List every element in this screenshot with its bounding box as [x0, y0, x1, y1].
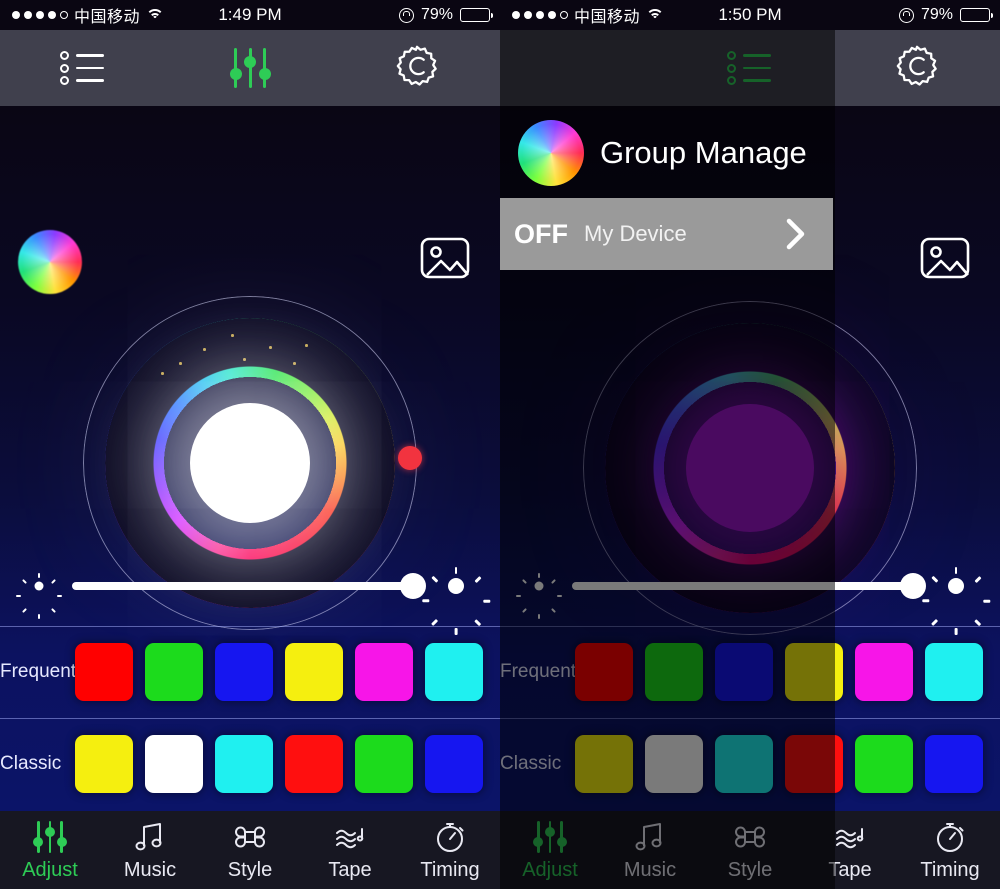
color-wheel-icon[interactable]	[518, 120, 584, 186]
color-swatch[interactable]	[925, 643, 983, 701]
tab-timing[interactable]: Timing	[900, 817, 1000, 880]
tape-waves-icon	[832, 817, 868, 857]
toolbar-settings-button[interactable]	[333, 30, 500, 106]
style-loop-icon	[232, 817, 268, 857]
gear-icon	[394, 43, 440, 94]
color-swatch[interactable]	[145, 643, 203, 701]
brightness-slider-row	[0, 551, 500, 635]
color-swatch[interactable]	[425, 735, 483, 793]
image-picker-icon[interactable]	[916, 233, 974, 283]
toolbar-settings-button[interactable]	[833, 30, 1000, 106]
color-swatch[interactable]	[355, 735, 413, 793]
color-swatch[interactable]	[855, 643, 913, 701]
sun-large-icon	[922, 567, 991, 635]
color-swatch[interactable]	[75, 643, 133, 701]
color-swatch[interactable]	[215, 643, 273, 701]
status-bar: 中国移动 1:49 PM 79%	[0, 0, 500, 30]
brightness-slider-thumb[interactable]	[900, 573, 926, 599]
color-swatch[interactable]	[855, 735, 913, 793]
color-wheel-icon[interactable]	[18, 230, 82, 294]
palette-swatches	[75, 735, 492, 793]
color-swatch[interactable]	[75, 735, 133, 793]
left-phone-screen: 中国移动 1:49 PM 79% Frequently Classic Adju…	[0, 0, 500, 889]
color-swatch[interactable]	[145, 735, 203, 793]
sun-small-icon	[16, 573, 62, 619]
gear-icon	[894, 43, 940, 94]
sliders-icon	[229, 48, 271, 88]
top-toolbar	[0, 30, 500, 106]
color-swatch[interactable]	[285, 735, 343, 793]
image-picker-icon[interactable]	[416, 233, 474, 283]
music-note-icon	[132, 817, 168, 857]
tab-music[interactable]: Music	[100, 817, 200, 880]
tab-label: Tape	[328, 859, 372, 881]
device-state-label: OFF	[514, 218, 568, 249]
stopwatch-icon	[432, 817, 468, 857]
battery-icon	[460, 8, 493, 22]
color-swatch[interactable]	[215, 735, 273, 793]
brightness-slider[interactable]	[72, 573, 426, 599]
color-swatch[interactable]	[355, 643, 413, 701]
stopwatch-icon	[932, 817, 968, 857]
color-preview-center	[190, 403, 310, 523]
brightness-slider-thumb[interactable]	[400, 573, 426, 599]
tab-label: Style	[227, 859, 273, 881]
rotation-lock-icon	[898, 7, 914, 23]
status-bar-time: 1:50 PM	[718, 5, 782, 24]
status-bar-time: 1:49 PM	[218, 5, 282, 24]
battery-icon	[960, 8, 993, 22]
main-stage: Frequently Classic	[0, 106, 500, 811]
list-icon	[60, 51, 106, 85]
sliders-icon	[33, 817, 67, 857]
bottom-tab-bar: Adjust Music	[0, 811, 500, 889]
color-wheel-handle[interactable]	[398, 446, 422, 470]
palette-label: Classic	[0, 753, 62, 774]
palette-row-classic: Classic	[0, 718, 500, 809]
color-swatch[interactable]	[925, 735, 983, 793]
color-swatch[interactable]	[285, 643, 343, 701]
group-manage-title: Group Manage	[600, 135, 807, 170]
device-row[interactable]: OFF My Device	[500, 198, 833, 270]
tab-style[interactable]: Style	[200, 817, 300, 880]
tape-waves-icon	[332, 817, 368, 857]
chevron-right-icon[interactable]	[781, 213, 833, 255]
tab-label: Music	[123, 859, 177, 881]
dual-screenshot: 中国移动 1:49 PM 79% Frequently Classic Adju…	[0, 0, 1000, 889]
rotation-lock-icon	[398, 7, 414, 23]
right-phone-screen: 中国移动 1:50 PM 79% Tape Timing Group Manag…	[500, 0, 1000, 889]
tab-label: Timing	[920, 859, 980, 881]
group-manage-header: Group Manage	[518, 120, 807, 186]
tab-label: Adjust	[22, 859, 78, 881]
tab-adjust[interactable]: Adjust	[0, 817, 100, 880]
toolbar-list-button[interactable]	[0, 30, 167, 106]
palette-swatches	[75, 643, 492, 701]
device-name-label: My Device	[584, 221, 687, 246]
tab-tape[interactable]: Tape	[300, 817, 400, 880]
sun-large-icon	[422, 567, 491, 635]
toolbar-sliders-button[interactable]	[167, 30, 334, 106]
tab-timing[interactable]: Timing	[400, 817, 500, 880]
palette-row-frequently: Frequently	[0, 626, 500, 717]
status-bar: 中国移动 1:50 PM 79%	[500, 0, 1000, 30]
tab-label: Timing	[420, 859, 480, 881]
color-swatch[interactable]	[425, 643, 483, 701]
